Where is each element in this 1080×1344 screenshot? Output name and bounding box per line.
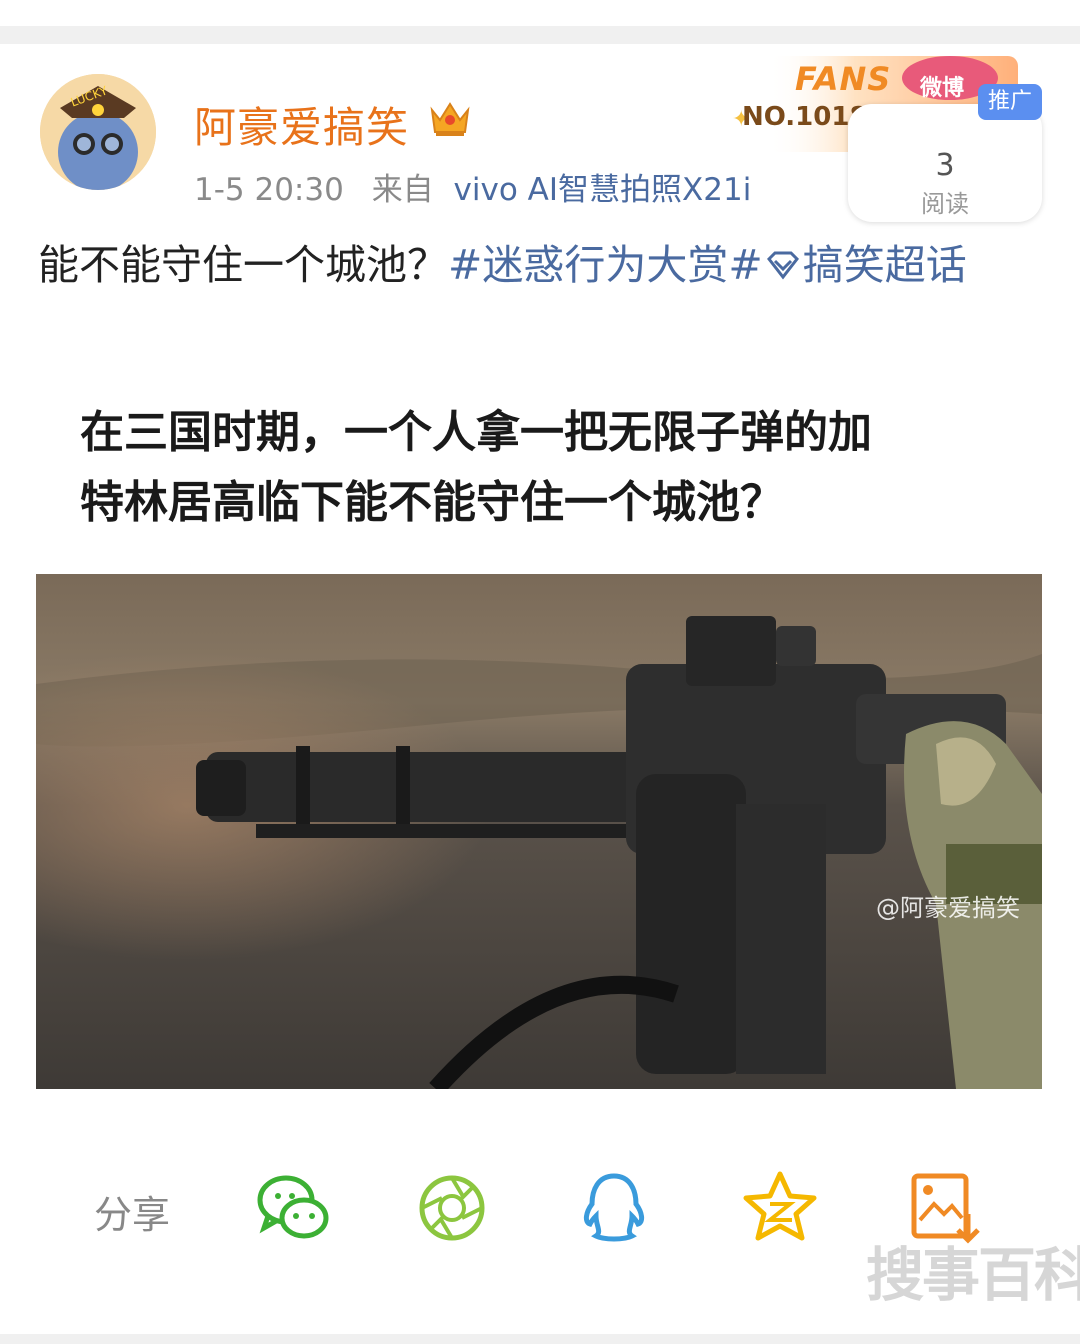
- read-label: 阅读: [921, 190, 969, 218]
- fans-label: FANS: [795, 60, 892, 98]
- qzone-icon[interactable]: [740, 1168, 820, 1248]
- post-text: 能不能守住一个城池？#迷惑行为大赏# 搞笑超话: [38, 234, 1038, 296]
- qq-icon[interactable]: [574, 1168, 654, 1248]
- member-crown-icon[interactable]: [428, 98, 472, 138]
- status-strip: [0, 0, 1080, 26]
- corner-watermark: 搜事百科: [866, 1241, 1080, 1309]
- weibo-tag: 微博: [920, 76, 965, 101]
- post-meta: 1-5 20:30 来自 vivo AI智慧拍照X21i: [194, 164, 751, 209]
- bottom-gap: [0, 1334, 1080, 1344]
- moments-icon[interactable]: [412, 1168, 492, 1248]
- feed-gap: [0, 26, 1080, 44]
- username[interactable]: 阿豪爱搞笑: [194, 94, 409, 155]
- image-caption: 在三国时期，一个人拿一把无限子弹的加 特林居高临下能不能守住一个城池？: [80, 398, 1010, 538]
- promo-badge[interactable]: 推广: [978, 84, 1042, 120]
- super-topic-icon[interactable]: [763, 249, 803, 283]
- caption-line-1: 在三国时期，一个人拿一把无限子弹的加: [80, 407, 872, 458]
- post-image[interactable]: 在三国时期，一个人拿一把无限子弹的加 特林居高临下能不能守住一个城池？ @阿豪爱…: [36, 384, 1042, 1089]
- weibo-post-card: LUCKY 阿豪爱搞笑 1-5 20:30 来自 vivo AI智慧拍照X21i…: [0, 44, 1080, 1334]
- post-time: 1-5 20:30: [194, 172, 344, 208]
- super-topic-link[interactable]: 搞笑超话: [803, 241, 967, 289]
- read-count: 3: [935, 148, 955, 183]
- gatling-gun-photo: [36, 574, 1042, 1089]
- hashtag-link[interactable]: #迷惑行为大赏#: [448, 241, 763, 289]
- post-source[interactable]: vivo AI智慧拍照X21i: [454, 172, 752, 208]
- caption-line-2: 特林居高临下能不能守住一个城池？: [80, 477, 784, 528]
- share-label: 分享: [94, 1193, 171, 1237]
- wechat-icon[interactable]: [254, 1168, 334, 1248]
- image-watermark: @阿豪爱搞笑: [876, 894, 1020, 922]
- from-label: 来自: [371, 172, 434, 208]
- avatar[interactable]: LUCKY: [40, 74, 156, 190]
- post-body: 能不能守住一个城池？: [38, 241, 448, 289]
- read-count-box: 3 阅读: [848, 104, 1042, 222]
